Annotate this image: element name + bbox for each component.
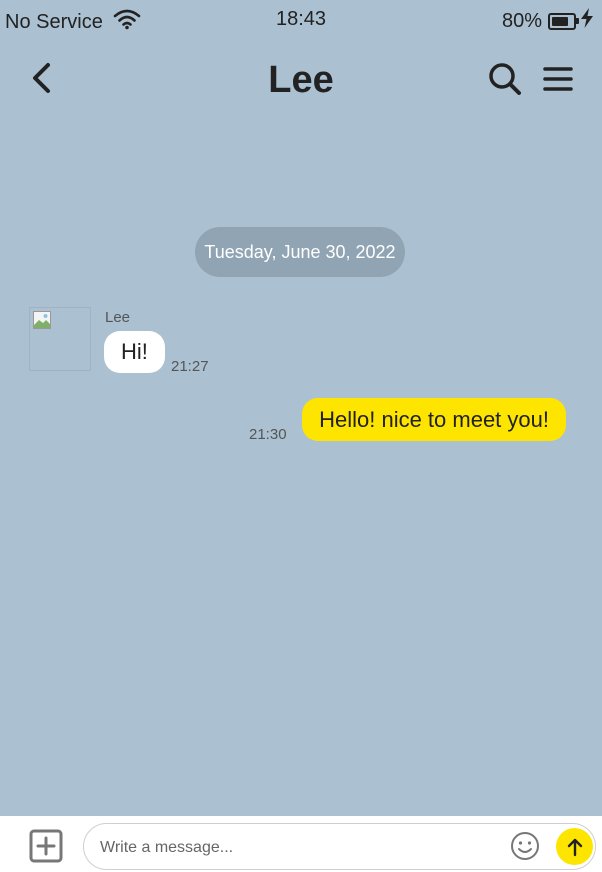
incoming-message-bubble[interactable]: Hi!: [104, 331, 165, 373]
battery-icon: [548, 12, 579, 30]
message-input-wrapper: [83, 823, 596, 870]
status-right: 80%: [502, 8, 594, 34]
add-plus-icon: [29, 829, 63, 863]
date-divider: Tuesday, June 30, 2022: [195, 227, 405, 277]
emoji-smile-icon: [511, 832, 539, 860]
battery-level-fill: [552, 16, 568, 26]
search-button[interactable]: [487, 61, 523, 97]
emoji-button[interactable]: [510, 831, 540, 861]
charging-bolt-icon: [580, 8, 594, 34]
hamburger-menu-icon: [543, 67, 573, 91]
send-arrow-up-icon: [567, 838, 582, 856]
message-timestamp: 21:30: [249, 426, 287, 443]
message-text: Hi!: [121, 339, 148, 364]
message-input[interactable]: [98, 833, 502, 863]
message-text: Hello! nice to meet you!: [319, 406, 549, 432]
message-timestamp: 21:27: [171, 358, 209, 375]
menu-button[interactable]: [542, 65, 574, 93]
avatar[interactable]: [29, 307, 91, 371]
outgoing-message-bubble[interactable]: Hello! nice to meet you!: [302, 398, 566, 441]
chat-header: Lee: [0, 55, 602, 110]
status-bar: No Service 18:43 80%: [0, 0, 602, 40]
message-composer: [0, 816, 602, 872]
broken-image-icon: [33, 311, 51, 329]
battery-percent: 80%: [501, 9, 542, 32]
search-icon: [489, 63, 521, 95]
send-button[interactable]: [556, 828, 593, 865]
add-attachment-button[interactable]: [29, 829, 63, 863]
sender-name: Lee: [105, 309, 131, 326]
